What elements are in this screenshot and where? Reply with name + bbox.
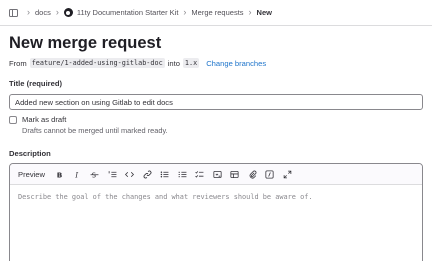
breadcrumb: › docs › 11ty Documentation Starter Kit … <box>0 0 432 26</box>
svg-text:B: B <box>57 170 63 179</box>
italic-icon[interactable]: I <box>73 169 82 179</box>
breadcrumb-item-merge-requests[interactable]: Merge requests <box>191 8 243 17</box>
project-avatar-icon <box>63 8 73 17</box>
draft-help-text: Drafts cannot be merged until marked rea… <box>22 126 168 135</box>
code-icon[interactable] <box>125 169 135 179</box>
draft-text: Mark as draft Drafts cannot be merged un… <box>22 115 168 135</box>
source-branch: feature/1-added-using-gitlab-doc <box>29 58 165 68</box>
bullet-list-icon[interactable] <box>160 169 169 179</box>
collapsible-icon[interactable] <box>212 169 222 179</box>
title-label: Title (required) <box>9 79 63 88</box>
svg-text:I: I <box>74 170 78 179</box>
description-label: Description <box>9 149 51 158</box>
breadcrumb-item-current: New <box>256 8 272 17</box>
branch-info: From feature/1-added-using-gitlab-doc in… <box>9 58 266 68</box>
editor-toolbar: Preview B I S <box>10 164 422 185</box>
breadcrumb-separator-icon: › <box>248 7 252 17</box>
breadcrumb-separator-icon: › <box>55 7 59 17</box>
fullscreen-icon[interactable] <box>283 169 292 179</box>
description-editor: Preview B I S <box>9 163 423 261</box>
draft-checkbox[interactable] <box>9 115 17 124</box>
task-list-icon[interactable] <box>195 169 204 179</box>
into-label: into <box>167 58 180 68</box>
change-branches-link[interactable]: Change branches <box>206 59 266 68</box>
quick-actions-icon[interactable] <box>265 169 274 179</box>
target-branch: 1.x <box>182 58 200 68</box>
page-title: New merge request <box>9 34 162 52</box>
breadcrumb-item-project[interactable]: 11ty Documentation Starter Kit <box>77 8 179 17</box>
bold-icon[interactable]: B <box>55 169 64 179</box>
description-textarea[interactable]: Describe the goal of the changes and wha… <box>10 185 422 209</box>
draft-option: Mark as draft Drafts cannot be merged un… <box>9 115 168 135</box>
breadcrumb-item-group[interactable]: docs <box>35 8 51 17</box>
numbered-list-icon[interactable] <box>108 169 117 179</box>
strikethrough-icon[interactable]: S <box>90 169 99 179</box>
ordered-list-icon[interactable] <box>178 169 187 179</box>
attach-file-icon[interactable] <box>248 169 257 179</box>
breadcrumb-separator-icon: › <box>183 7 187 17</box>
breadcrumb-separator-icon: › <box>27 7 30 17</box>
title-input[interactable] <box>9 94 423 110</box>
sidebar-toggle-icon[interactable] <box>9 8 18 17</box>
link-icon[interactable] <box>143 169 152 179</box>
from-label: From <box>9 58 27 68</box>
table-icon[interactable] <box>230 169 239 179</box>
draft-label[interactable]: Mark as draft <box>22 115 168 124</box>
preview-tab[interactable]: Preview <box>18 170 45 179</box>
